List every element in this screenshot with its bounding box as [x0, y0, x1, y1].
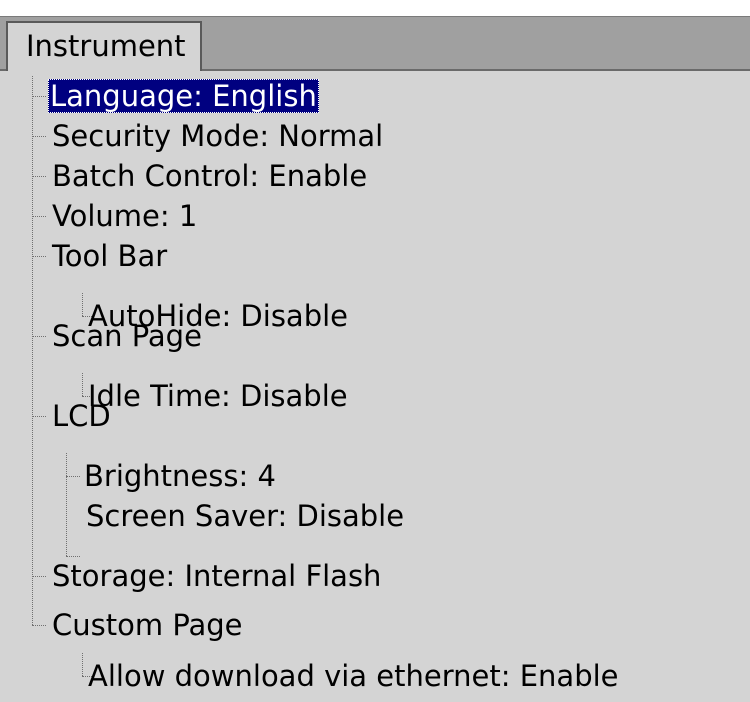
- tree-item-label: Storage: Internal Flash: [52, 559, 382, 593]
- tree-item-tool-bar[interactable]: Tool Bar: [50, 236, 169, 276]
- tree-branch-line: [82, 373, 83, 396]
- tree-item-batch-control[interactable]: Batch Control: Enable: [50, 156, 369, 196]
- tree-item-volume[interactable]: Volume: 1: [50, 196, 199, 236]
- tree-item-idle-time[interactable]: Idle Time: Disable: [86, 376, 350, 416]
- tree-item-storage[interactable]: Storage: Internal Flash: [50, 556, 383, 596]
- tree-connector: [32, 625, 46, 626]
- tree-item-label: Idle Time: Disable: [88, 379, 348, 413]
- tree-branch-line: [66, 453, 67, 556]
- tree-connector: [32, 256, 46, 257]
- tree-item-screen-saver[interactable]: Screen Saver: Disable: [84, 496, 406, 536]
- tree-item-lcd[interactable]: LCD: [50, 396, 113, 436]
- tree-item-label: Batch Control: Enable: [52, 159, 368, 193]
- tree-item-scan-page[interactable]: Scan Page: [50, 316, 204, 356]
- tree-item-label: Volume: 1: [52, 199, 198, 233]
- tree-connector: [32, 336, 46, 337]
- tree-item-custom-page[interactable]: Custom Page: [50, 605, 245, 645]
- tree-item-brightness[interactable]: Brightness: 4: [82, 456, 278, 496]
- tree-item-label: LCD: [52, 399, 111, 433]
- tree-item-label: Security Mode: Normal: [52, 119, 384, 153]
- tree-item-language[interactable]: Language: English: [48, 76, 319, 116]
- tree-connector: [32, 576, 46, 577]
- tree-trunk-line: [32, 76, 33, 625]
- tree-item-label: Custom Page: [52, 608, 243, 642]
- tree-branch-line: [82, 653, 83, 676]
- tree-connector: [32, 176, 46, 177]
- tree-item-label: Screen Saver: Disable: [86, 499, 405, 533]
- tab-instrument[interactable]: Instrument: [6, 21, 202, 71]
- tab-bar: Instrument: [0, 17, 750, 71]
- window-top-border: [0, 0, 750, 17]
- tree-connector: [66, 476, 80, 477]
- tree-connector: [32, 96, 46, 97]
- tree-item-allow-download[interactable]: Allow download via ethernet: Enable: [86, 656, 621, 696]
- tree-item-label: Language: English: [48, 79, 319, 113]
- tree-connector: [32, 216, 46, 217]
- tree-connector: [32, 136, 46, 137]
- tree-item-security-mode[interactable]: Security Mode: Normal: [50, 116, 385, 156]
- tree-item-label: Allow download via ethernet: Enable: [88, 659, 619, 693]
- tree-connector: [32, 416, 46, 417]
- instrument-settings-tree: Language: English Security Mode: Normal …: [0, 74, 750, 702]
- tree-item-label: Tool Bar: [52, 239, 168, 273]
- tree-item-label: Scan Page: [52, 319, 202, 353]
- tree-branch-line: [82, 293, 83, 316]
- tree-item-label: Brightness: 4: [84, 459, 276, 493]
